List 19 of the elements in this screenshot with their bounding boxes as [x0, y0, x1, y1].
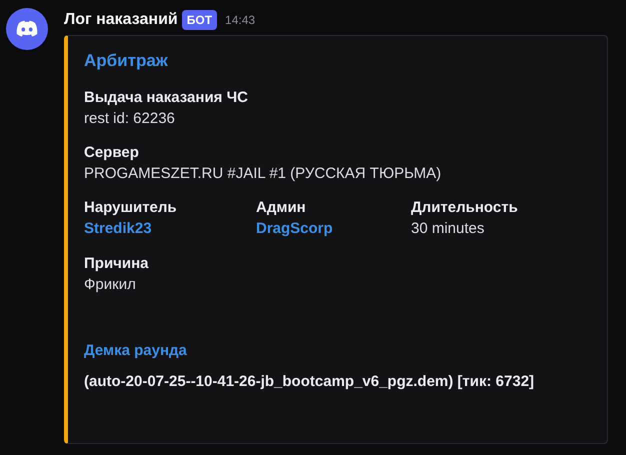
user-link[interactable]: DragScorp	[256, 218, 333, 238]
user-link[interactable]: Stredik23	[84, 218, 152, 238]
field-value: Фрикил	[84, 275, 137, 295]
field-value: rest id: 62236	[84, 108, 176, 128]
field-name: Выдача наказания ЧС	[84, 88, 249, 108]
embed-title-link[interactable]: Арбитраж	[84, 48, 168, 74]
field-name: Длительность	[411, 198, 519, 218]
field-name: Админ	[256, 198, 307, 218]
timestamp: 14:43	[225, 12, 256, 29]
field-name: Нарушитель	[84, 198, 178, 218]
field-value: 30 minutes	[411, 218, 486, 238]
field-name: Сервер	[84, 142, 140, 162]
field-value: PROGAMESZET.RU #JAIL #1 (РУССКАЯ ТЮРЬМА)	[84, 164, 442, 184]
bot-tag: БОТ	[182, 10, 218, 30]
demo-link[interactable]: Демка раунда	[84, 340, 187, 362]
author-name[interactable]: Лог наказаний	[64, 8, 178, 32]
demo-description: (auto-20-07-25--10-41-26-jb_bootcamp_v6_pgz.dem) [тик: 6732]	[84, 372, 536, 392]
field-name: Причина	[84, 254, 150, 274]
bot-avatar-icon[interactable]	[6, 8, 48, 50]
